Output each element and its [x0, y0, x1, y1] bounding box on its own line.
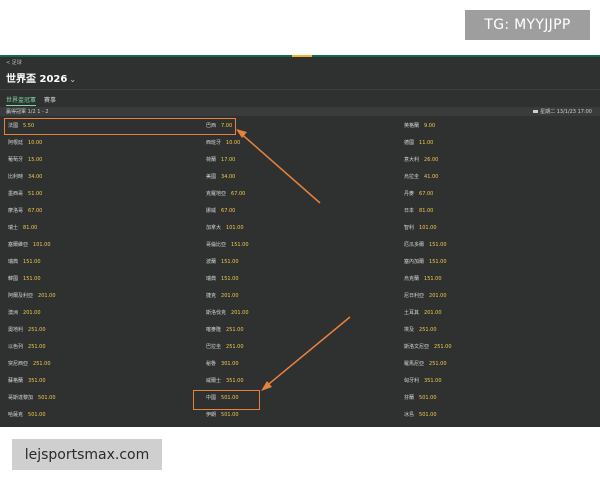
annotation-arrows: [236, 129, 351, 391]
tg-watermark: TG: MYYJJPP: [465, 10, 590, 40]
arrow-line-bottom: [263, 316, 351, 389]
site-watermark: lejsportsmax.com: [12, 439, 162, 470]
arrow-line-top: [237, 130, 321, 204]
betting-screenshot: < 足球 世界盃 2026 ⌄ 世界盃冠軍 賽事 贏得冠軍 1/2 1 - 2 星…: [0, 55, 600, 427]
